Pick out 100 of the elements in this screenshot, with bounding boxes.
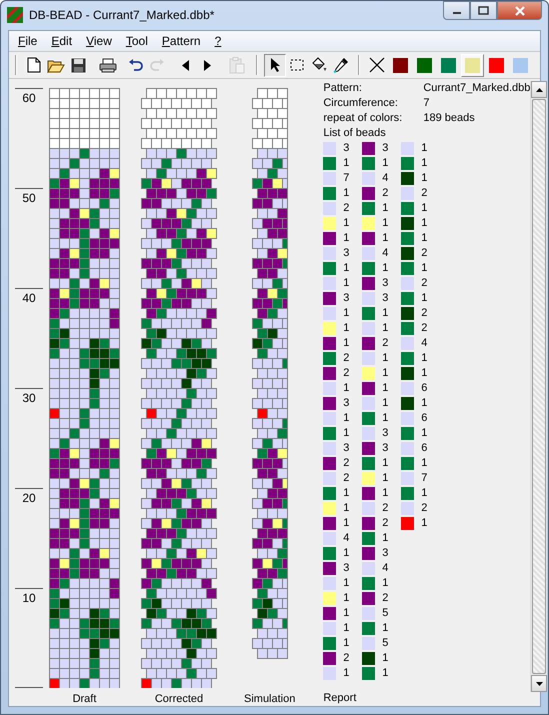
bead-count: 3 xyxy=(342,562,350,576)
view-label[interactable]: Report xyxy=(323,692,530,706)
bead-count: 2 xyxy=(420,502,428,516)
right-triangle-icon xyxy=(204,60,210,70)
menu-item[interactable]: View xyxy=(79,34,119,48)
bead-count: 1 xyxy=(381,322,388,336)
maximize-icon xyxy=(478,6,489,15)
bead-count: 1 xyxy=(381,306,388,320)
bead-count: 4 xyxy=(381,246,388,260)
bead-count: 1 xyxy=(342,276,350,290)
maximize-button[interactable] xyxy=(470,1,497,20)
menu-item[interactable]: ? xyxy=(208,34,228,48)
bead-count: 3 xyxy=(342,396,350,410)
row-number-label: 40 xyxy=(22,291,36,305)
bead-count: 1 xyxy=(381,456,388,470)
bead-count: 1 xyxy=(342,486,350,500)
bead-count: 1 xyxy=(342,232,350,246)
list-heading: List of beads xyxy=(323,126,386,140)
bead-count: 6 xyxy=(420,442,428,456)
row-number-label: 50 xyxy=(22,191,36,205)
row-number-label: 30 xyxy=(22,391,36,405)
bead-count: 1 xyxy=(381,216,388,230)
bead-count: 1 xyxy=(342,156,350,170)
bead-count: 1 xyxy=(381,202,388,216)
bead-count: 3 xyxy=(342,142,350,156)
bead-count: 2 xyxy=(342,456,350,470)
app-icon xyxy=(7,7,23,23)
bead-count: 2 xyxy=(381,502,388,516)
bead-count: 1 xyxy=(420,366,428,380)
bead-count: 3 xyxy=(342,442,350,456)
bead-count: 1 xyxy=(381,262,388,276)
menu-item[interactable]: Edit xyxy=(44,34,80,48)
bead-count: 2 xyxy=(342,366,350,380)
bead-count: 1 xyxy=(381,486,388,500)
view-label[interactable]: Corrected xyxy=(154,692,204,706)
bead-count: 2 xyxy=(342,652,350,666)
bead-count: 3 xyxy=(381,442,388,456)
cross-icon xyxy=(369,57,385,73)
bead-count: 1 xyxy=(381,412,388,426)
printer-icon xyxy=(99,58,117,72)
bead-count: 1 xyxy=(420,456,428,470)
menu-item[interactable]: File xyxy=(11,34,44,48)
bead-count: 1 xyxy=(381,396,388,410)
scroll-up-button[interactable] xyxy=(531,81,548,98)
bead-count: 1 xyxy=(342,322,350,336)
bead-count: 1 xyxy=(342,516,350,530)
arrow-pointer-icon xyxy=(270,57,280,73)
pointer-tool-button[interactable] xyxy=(264,54,286,76)
bead-count: 2 xyxy=(342,352,350,366)
bead-count: 2 xyxy=(342,472,350,486)
bead-count: 1 xyxy=(381,532,388,546)
bead-count: 4 xyxy=(381,562,388,576)
bead-count: 1 xyxy=(381,232,388,246)
bead-count: 2 xyxy=(420,246,428,260)
bead-count: 1 xyxy=(420,216,428,230)
paint-bucket-icon xyxy=(311,57,327,73)
bead-count: 2 xyxy=(420,322,428,336)
menu-item[interactable]: Tool xyxy=(118,34,155,48)
bead-count: 7 xyxy=(342,172,350,186)
bead-count: 4 xyxy=(381,172,388,186)
undo-arrow-icon xyxy=(128,59,142,71)
down-triangle-icon xyxy=(536,682,543,686)
bead-count: 7 xyxy=(420,472,428,486)
bead-count: 1 xyxy=(342,622,350,636)
view-label[interactable]: Simulation xyxy=(244,692,296,706)
view-label[interactable]: Draft xyxy=(72,692,96,706)
minimize-button[interactable] xyxy=(443,1,470,20)
bead-count: 2 xyxy=(342,202,350,216)
close-button[interactable] xyxy=(497,1,542,20)
up-triangle-icon xyxy=(536,88,543,92)
bead-count: 1 xyxy=(381,366,388,380)
bead-count: 4 xyxy=(342,532,350,546)
bead-count: 1 xyxy=(381,622,388,636)
bead-count: 1 xyxy=(381,352,388,366)
bead-count: 1 xyxy=(420,396,428,410)
bead-count: 3 xyxy=(381,426,388,440)
bead-count: 1 xyxy=(342,306,350,320)
folder-icon xyxy=(47,58,65,72)
row-number-label: 60 xyxy=(22,91,36,105)
bead-count: 1 xyxy=(381,156,388,170)
scrollbar-thumb[interactable] xyxy=(532,99,546,674)
bead-count: 2 xyxy=(420,186,428,200)
bead-count: 1 xyxy=(420,516,428,530)
bead-count: 1 xyxy=(342,606,350,620)
scroll-down-button[interactable] xyxy=(531,675,548,692)
bead-count: 2 xyxy=(381,336,388,350)
bead-count: 5 xyxy=(381,636,388,650)
clipboard-icon xyxy=(229,56,245,74)
vertical-scrollbar[interactable] xyxy=(530,81,548,692)
field-value: Currant7_Marked.dbb xyxy=(423,82,530,96)
row-number-label: 10 xyxy=(22,591,36,605)
dashed-rectangle-icon xyxy=(290,59,304,71)
bead-count: 3 xyxy=(342,292,350,306)
new-file-icon xyxy=(27,57,41,73)
color-swatch-button[interactable] xyxy=(461,54,484,76)
bead-count: 1 xyxy=(342,546,350,560)
bead-count: 1 xyxy=(381,576,388,590)
menu-item[interactable]: Pattern xyxy=(154,34,208,48)
bead-count: 1 xyxy=(420,202,428,216)
bead-count: 2 xyxy=(381,186,388,200)
